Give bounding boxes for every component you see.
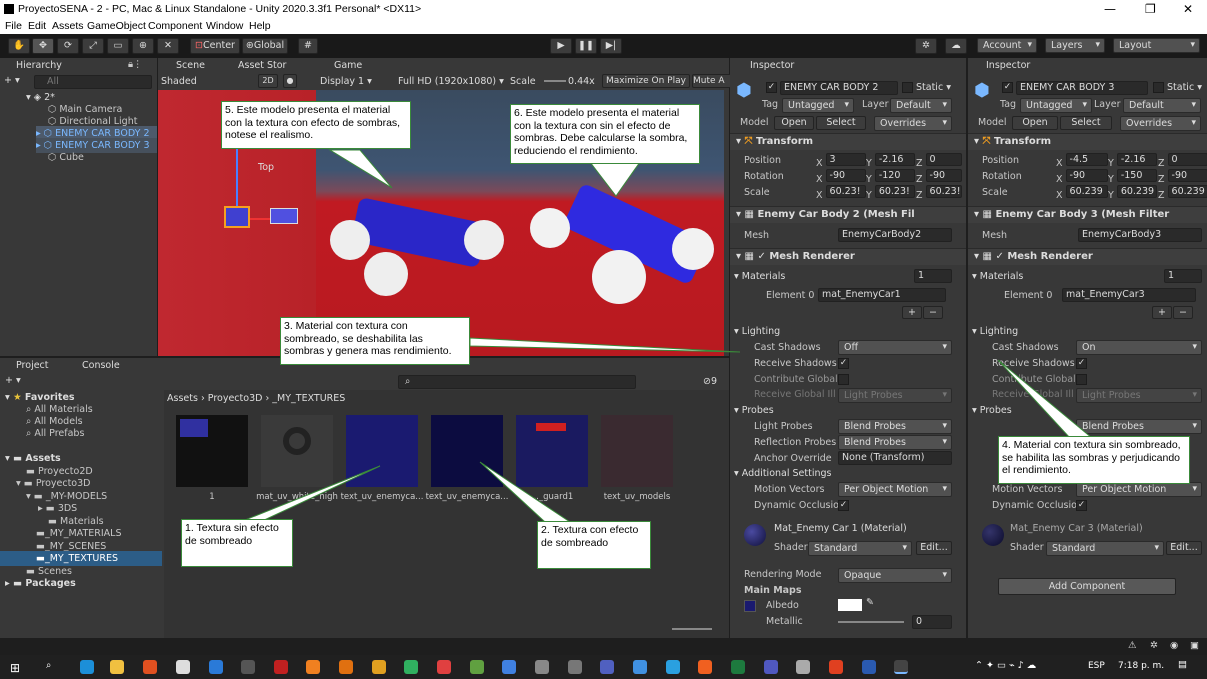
app-6-icon[interactable] (535, 660, 549, 674)
store-icon[interactable] (176, 660, 190, 674)
warning-icon[interactable]: ⚠ (1128, 640, 1137, 651)
clock[interactable]: 7:18 p. m. (1118, 661, 1164, 671)
excel-icon[interactable] (731, 660, 745, 674)
callout-arrow-6 (588, 161, 641, 197)
tray-icons[interactable]: ⌃ ✦ ▭ ⌁ ♪ ☁ (975, 660, 1036, 671)
app-9-icon[interactable] (633, 660, 647, 674)
telegram-icon[interactable] (666, 660, 680, 674)
callout-arrow-2 (479, 461, 572, 523)
edge-icon[interactable] (80, 660, 94, 674)
app-5-icon[interactable] (502, 660, 516, 674)
callout-5: 5. Este modelo presenta el material con … (221, 101, 411, 149)
bug-icon[interactable]: ✲ (1150, 640, 1158, 651)
notification-icon[interactable]: ▣ (1190, 640, 1199, 651)
file-explorer-icon[interactable] (110, 660, 124, 674)
app-3-icon[interactable] (404, 660, 418, 674)
photos-icon[interactable] (470, 660, 484, 674)
app-4-icon[interactable] (437, 660, 451, 674)
search-icon[interactable]: ⌕ (46, 660, 51, 671)
callout-arrow-3 (469, 337, 741, 353)
callout-4: 4. Material con textura sin sombreado, s… (998, 436, 1190, 484)
filezilla-icon[interactable] (274, 660, 288, 674)
language-indicator[interactable]: ESP (1088, 661, 1105, 671)
callout-1: 1. Textura sin efecto de sombreado (181, 519, 293, 567)
word-icon[interactable] (862, 660, 876, 674)
callout-6: 6. Este modelo presenta el material con … (510, 104, 700, 164)
eye-icon[interactable]: ◉ (1170, 640, 1178, 651)
callout-arrows (239, 149, 1094, 523)
mail-icon[interactable] (209, 660, 223, 674)
calendar-icon[interactable] (241, 660, 255, 674)
unity-taskbar-icon[interactable] (894, 660, 908, 674)
app-10-icon[interactable] (796, 660, 810, 674)
notification-center-icon[interactable]: ▤ (1178, 659, 1187, 670)
app-7-icon[interactable] (568, 660, 582, 674)
callout-2: 2. Textura con efecto de sombreado (537, 521, 651, 569)
blender-icon[interactable] (306, 660, 320, 674)
app-8-icon[interactable] (600, 660, 614, 674)
start-icon[interactable]: ⊞ (10, 661, 20, 675)
blender-2-icon[interactable] (339, 660, 353, 674)
callout-arrow-5 (328, 149, 393, 189)
app-2-icon[interactable] (372, 660, 386, 674)
brave-icon[interactable] (829, 660, 843, 674)
callout-arrow-1 (239, 465, 381, 523)
firefox-icon[interactable] (698, 660, 712, 674)
callout-arrow-4 (997, 359, 1094, 439)
app-icon[interactable] (143, 660, 157, 674)
windows-taskbar: ⊞ ⌕ ⌃ ✦ ▭ ⌁ ♪ ☁ ESP 7:18 p. m. ▤ (0, 655, 1207, 679)
callout-3: 3. Material con textura con sombreado, s… (280, 317, 470, 365)
status-bar: ⚠ ✲ ◉ ▣ (0, 638, 1207, 655)
teams-icon[interactable] (764, 660, 778, 674)
